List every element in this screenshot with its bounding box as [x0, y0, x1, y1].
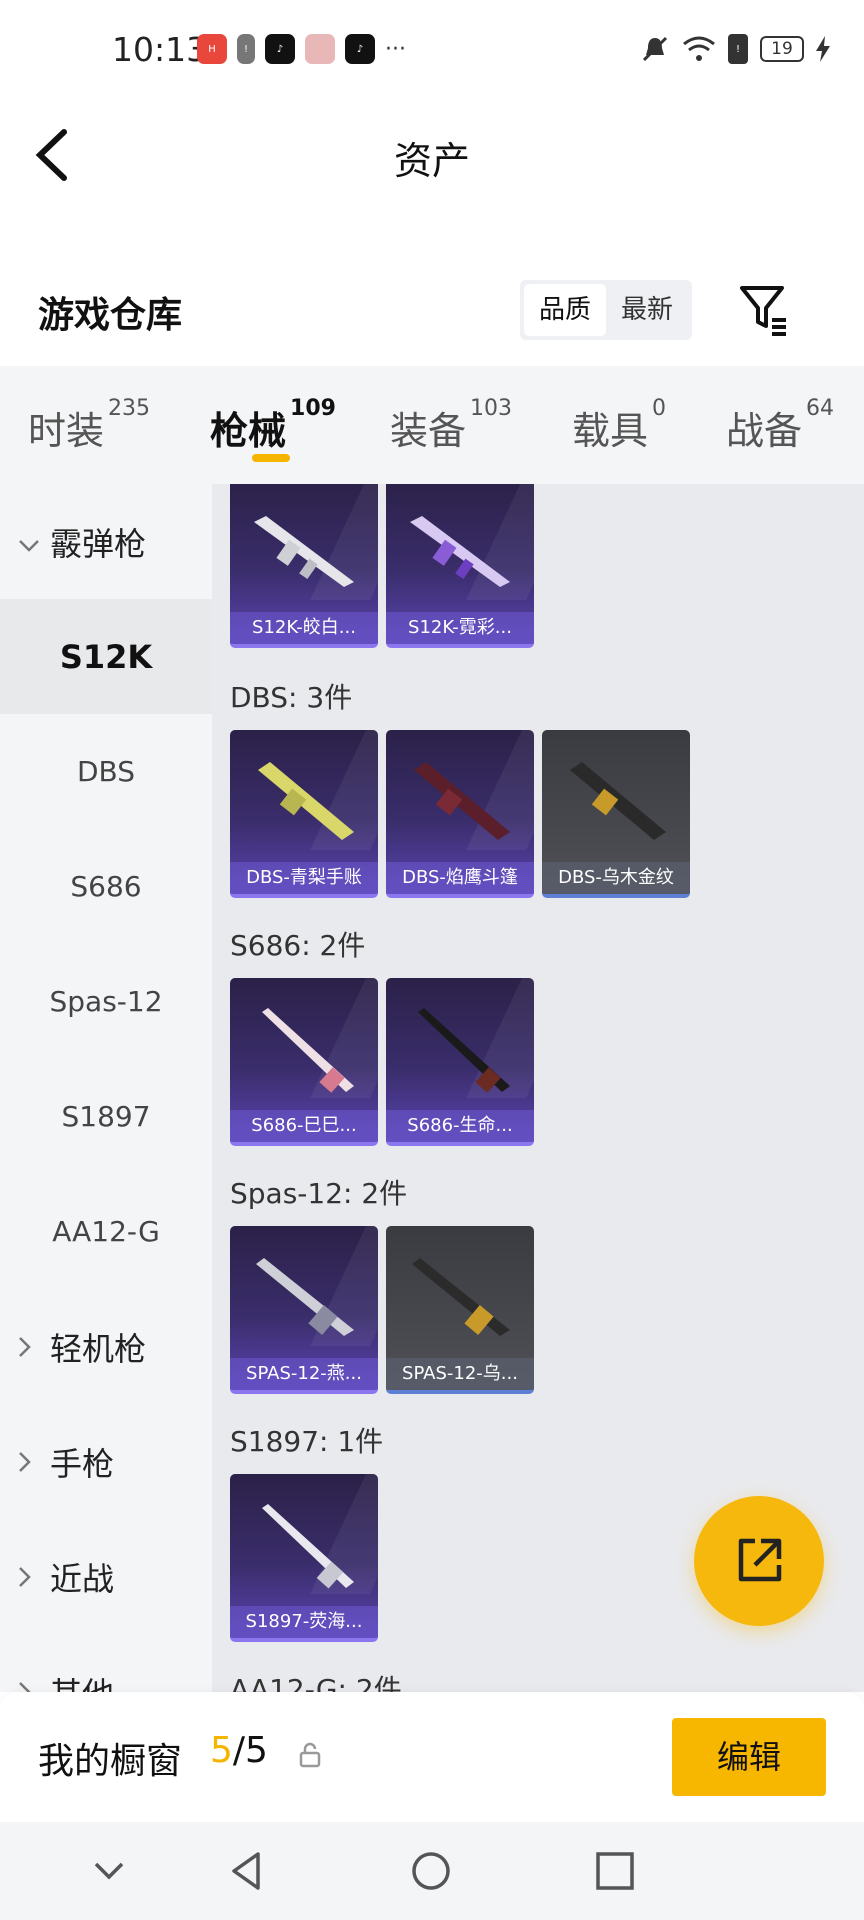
group-label-dbs: DBS: 3件: [230, 681, 353, 714]
category-sidebar: 霰弹枪 S12K DBS S686 Spas-12 S1897 AA12-G 轻…: [0, 484, 212, 1692]
item-card-dbs-2[interactable]: DBS-焰鹰斗篷: [386, 730, 534, 898]
more-notifications-icon: ···: [385, 36, 406, 62]
shotgun-icon: [258, 762, 354, 840]
status-bar: 10:13 H ! ♪ ♪ ··· ! 19: [0, 0, 864, 104]
sidebar-item-dbs[interactable]: DBS: [0, 714, 212, 829]
tab-supplies[interactable]: 战备64: [726, 396, 834, 455]
item-card-s1897-1[interactable]: S1897-荧海...: [230, 1474, 378, 1642]
nav-recents-icon[interactable]: [590, 1846, 640, 1896]
sidebar-group-melee[interactable]: 近战: [0, 1519, 212, 1634]
section-title: 游戏仓库: [38, 295, 183, 336]
status-time: 10:13: [112, 30, 208, 69]
showcase-bar: 我的橱窗 5/5 编辑: [0, 1692, 864, 1822]
item-card-dbs-1[interactable]: DBS-青梨手账: [230, 730, 378, 898]
edit-button[interactable]: 编辑: [672, 1718, 826, 1796]
tab-firearms[interactable]: 枪械109: [210, 396, 336, 455]
shotgun-icon: [570, 762, 666, 840]
showcase-count: 5/5: [210, 1730, 268, 1771]
tab-fashion[interactable]: 时装235: [28, 396, 150, 455]
chevron-right-icon: [18, 1558, 42, 1596]
sidebar-group-lmg[interactable]: 轻机枪: [0, 1289, 212, 1404]
nav-back-icon[interactable]: [222, 1846, 272, 1896]
system-nav-bar: [0, 1822, 864, 1920]
sidebar-group-pistol[interactable]: 手枪: [0, 1404, 212, 1519]
sidebar-item-s686[interactable]: S686: [0, 829, 212, 944]
sidebar-item-spas12[interactable]: Spas-12: [0, 944, 212, 1059]
category-tabs: 时装235 枪械109 装备103 载具0 战备64: [0, 366, 864, 484]
item-card-s686-1[interactable]: S686-巳巳...: [230, 978, 378, 1146]
wifi-icon: [683, 36, 715, 61]
battery-icon: 19: [760, 36, 804, 62]
tab-equipment[interactable]: 装备103: [390, 396, 512, 455]
sidebar-group-shotgun[interactable]: 霰弹枪: [0, 484, 212, 599]
item-card-s686-2[interactable]: S686-生命...: [386, 978, 534, 1146]
item-card-spas12-1[interactable]: SPAS-12-燕...: [230, 1226, 378, 1394]
shotgun-icon: [262, 1008, 354, 1093]
shotgun-icon: [418, 1008, 510, 1093]
sidebar-group-other[interactable]: 其他: [0, 1634, 212, 1692]
group-label-s1897: S1897: 1件: [230, 1425, 384, 1458]
shotgun-icon: [412, 1258, 510, 1336]
alert-icon: !: [728, 34, 748, 64]
filter-button[interactable]: [736, 282, 792, 338]
chevron-down-icon: [18, 523, 42, 561]
charging-icon: [816, 36, 830, 62]
item-card-s12k-1[interactable]: S12K-皎白...: [230, 484, 378, 648]
sidebar-item-aa12g[interactable]: AA12-G: [0, 1174, 212, 1289]
sort-toggle: 品质 最新: [520, 280, 692, 340]
nav-home-icon[interactable]: [406, 1846, 456, 1896]
shotgun-icon: [254, 516, 354, 587]
status-system-icons: ! 19: [640, 34, 830, 64]
item-card-spas12-2[interactable]: SPAS-12-乌...: [386, 1226, 534, 1394]
lock-icon: [299, 1742, 321, 1768]
chevron-right-icon: [18, 1443, 42, 1481]
sort-quality-button[interactable]: 品质: [524, 284, 606, 336]
gift-app-icon: [305, 34, 335, 64]
shotgun-icon: [410, 516, 510, 587]
share-fab-button[interactable]: [694, 1496, 824, 1626]
filter-icon: [740, 286, 786, 336]
group-label-s686: S686: 2件: [230, 929, 366, 962]
item-card-s12k-2[interactable]: S12K-霓彩...: [386, 484, 534, 648]
item-card-dbs-3[interactable]: DBS-乌木金纹: [542, 730, 690, 898]
huawei-app-icon: H: [197, 34, 227, 64]
group-label-aa12g: AA12-G: 2件: [230, 1673, 402, 1692]
share-external-icon: [738, 1538, 782, 1582]
status-notification-icons: H ! ♪ ♪ ···: [197, 34, 406, 64]
page-title: 资产: [393, 139, 470, 183]
sidebar-item-s12k[interactable]: S12K: [0, 599, 212, 714]
showcase-title: 我的橱窗: [38, 1741, 183, 1782]
chevron-right-icon: [18, 1673, 42, 1692]
chevron-down-icon[interactable]: [84, 1846, 134, 1896]
shotgun-icon: [414, 762, 510, 840]
alert-icon: !: [237, 34, 255, 64]
active-tab-indicator: [252, 454, 290, 462]
tiktok-icon: ♪: [265, 34, 295, 64]
group-label-spas12: Spas-12: 2件: [230, 1177, 408, 1210]
chevron-right-icon: [18, 1328, 42, 1366]
shotgun-icon: [256, 1258, 354, 1336]
bell-muted-icon: [642, 36, 668, 62]
shotgun-icon: [262, 1504, 354, 1589]
tiktok-icon: ♪: [345, 34, 375, 64]
sort-newest-button[interactable]: 最新: [606, 284, 688, 336]
tab-vehicles[interactable]: 载具0: [572, 396, 666, 455]
sidebar-item-s1897[interactable]: S1897: [0, 1059, 212, 1174]
